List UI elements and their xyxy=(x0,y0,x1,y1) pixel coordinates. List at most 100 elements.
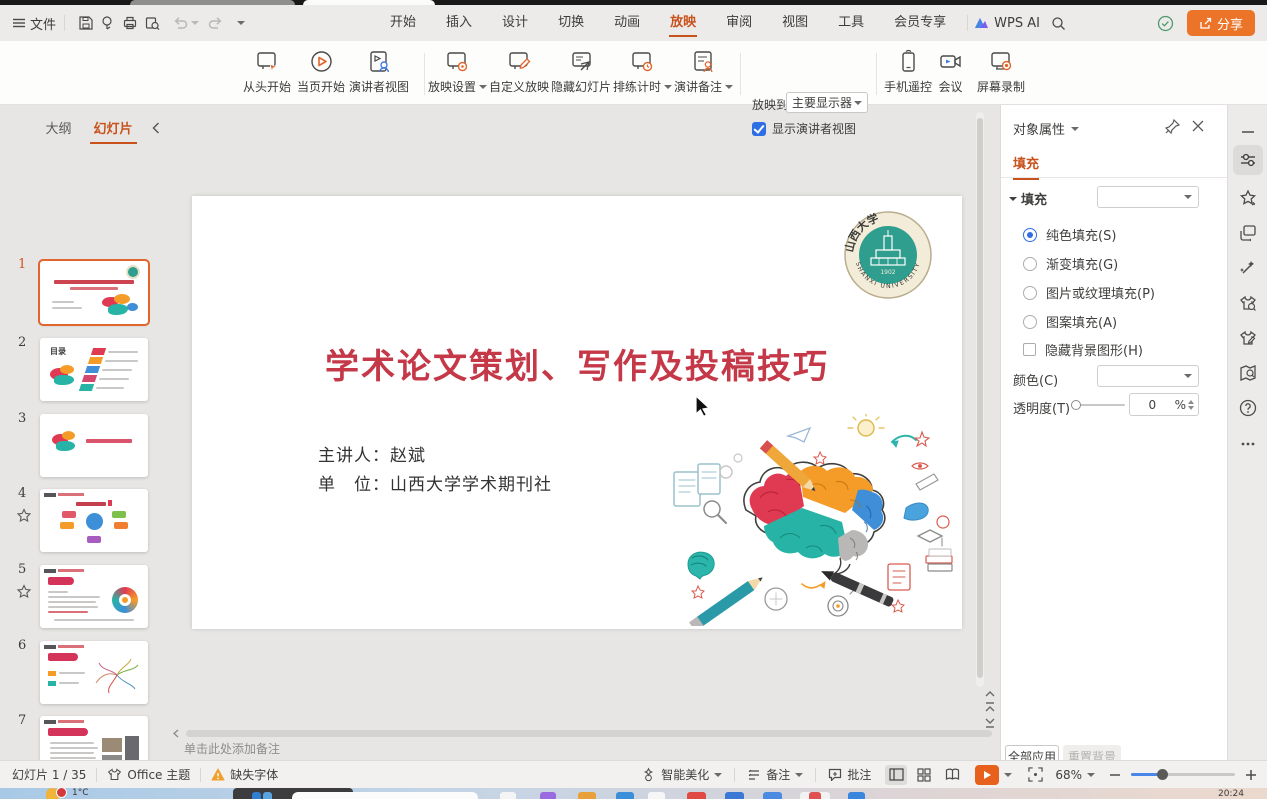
comments-button[interactable]: 批注 xyxy=(828,766,871,783)
print-button[interactable] xyxy=(119,12,141,34)
slide-presenter-line[interactable]: 主讲人：赵斌 xyxy=(318,441,426,466)
missing-font-warning[interactable]: 缺失字体 xyxy=(211,766,278,783)
wps-ai-button[interactable]: WPS AI xyxy=(974,16,1040,31)
transparency-slider[interactable] xyxy=(1073,404,1125,406)
help-icon[interactable] xyxy=(1239,399,1257,417)
slider-handle[interactable] xyxy=(1071,400,1081,410)
slide-thumbnail-2[interactable]: 目录 xyxy=(40,338,148,401)
slide-thumbnail-1[interactable] xyxy=(40,261,148,324)
beautify-tool-icon[interactable] xyxy=(1239,329,1257,347)
scroll-up-icon[interactable] xyxy=(985,690,995,698)
properties-tool-active-bg[interactable] xyxy=(1233,145,1263,175)
close-panel-icon[interactable] xyxy=(1191,119,1205,133)
presenter-view-checkbox[interactable]: 显示演讲者视图 xyxy=(752,120,856,137)
collapse-strip-icon[interactable] xyxy=(1239,123,1257,141)
taskbar-app-icon[interactable] xyxy=(687,792,706,799)
more-tools-icon[interactable] xyxy=(1239,435,1257,453)
fit-to-window-icon[interactable] xyxy=(1028,767,1043,782)
tab-animation[interactable]: 动画 xyxy=(599,5,655,41)
collapse-panel-icon[interactable] xyxy=(150,121,162,135)
resource-library-icon[interactable] xyxy=(1239,364,1257,382)
slide-thumbnail-3[interactable] xyxy=(40,414,148,477)
export-button[interactable] xyxy=(97,12,119,34)
tab-design[interactable]: 设计 xyxy=(487,5,543,41)
design-theme-icon[interactable] xyxy=(1239,294,1257,312)
tab-member[interactable]: 会员专享 xyxy=(879,5,961,41)
horizontal-scrollbar[interactable] xyxy=(184,729,996,738)
tab-home[interactable]: 开始 xyxy=(375,5,431,41)
zoom-out-button[interactable] xyxy=(1109,769,1121,781)
taskbar-app-icon[interactable] xyxy=(252,792,261,799)
save-button[interactable] xyxy=(75,12,97,34)
phone-remote-button[interactable]: 手机遥控 xyxy=(884,49,932,95)
share-button[interactable]: 分享 xyxy=(1187,10,1255,36)
color-dropdown[interactable] xyxy=(1097,365,1199,387)
slide-thumbnail-4[interactable] xyxy=(40,489,148,552)
panel-title[interactable]: 对象属性 xyxy=(1013,119,1079,138)
slide-sorter-view-button[interactable] xyxy=(913,765,935,785)
fill-section-header[interactable]: 填充 xyxy=(1009,189,1047,208)
transparency-input[interactable]: 0 % xyxy=(1129,393,1199,416)
pin-panel-icon[interactable] xyxy=(1165,119,1180,134)
theme-button[interactable]: Office 主题 xyxy=(107,766,190,783)
custom-slideshow-button[interactable]: 自定义放映 xyxy=(489,49,549,95)
taskbar-app-icon[interactable] xyxy=(725,792,744,799)
cloud-sync-status-icon[interactable] xyxy=(1155,12,1177,34)
speaker-notes-button[interactable]: 演讲备注 xyxy=(674,49,733,95)
zoom-dropdown-icon[interactable] xyxy=(1087,773,1095,777)
redo-button[interactable] xyxy=(205,12,227,34)
taskbar-app-icon[interactable] xyxy=(848,792,865,799)
notes-input[interactable]: 单击此处添加备注 xyxy=(178,740,1000,760)
notes-button[interactable]: 备注 xyxy=(747,766,803,783)
meeting-button[interactable]: 会议 xyxy=(938,49,963,95)
zoom-slider[interactable] xyxy=(1131,773,1235,776)
fill-option-picture[interactable]: 图片或纹理填充(P) xyxy=(1023,283,1155,302)
vertical-scrollbar[interactable] xyxy=(976,112,984,687)
tab-review[interactable]: 审阅 xyxy=(711,5,767,41)
play-from-current-button[interactable]: 当页开始 xyxy=(297,49,345,95)
slide-canvas[interactable]: 山西大学 SHANXI UNIVERSITY 1902 学术论文策划、写作及投稿… xyxy=(192,196,962,629)
slideshow-settings-button[interactable]: 放映设置 xyxy=(428,49,487,95)
taskbar-app-icon[interactable] xyxy=(763,792,782,799)
fill-option-solid[interactable]: 纯色填充(S) xyxy=(1023,225,1116,244)
tab-insert[interactable]: 插入 xyxy=(431,5,487,41)
taskbar-app-icon[interactable] xyxy=(648,792,665,799)
slide-title[interactable]: 学术论文策划、写作及投稿技巧 xyxy=(192,339,962,388)
taskbar-app-icon[interactable] xyxy=(540,792,556,799)
smart-tools-icon[interactable] xyxy=(1239,259,1257,277)
next-slide-button[interactable] xyxy=(985,717,995,728)
fill-option-pattern[interactable]: 图案填充(A) xyxy=(1023,312,1117,331)
tab-slides[interactable]: 幻灯片 xyxy=(90,118,137,137)
normal-view-button[interactable] xyxy=(885,765,907,785)
slide-org-line[interactable]: 单 位：山西大学学术期刊社 xyxy=(318,470,552,495)
play-from-start-button[interactable]: 从头开始 xyxy=(243,49,291,95)
display-select[interactable]: 主要显示器 xyxy=(786,92,868,113)
hide-slide-button[interactable]: 隐藏幻灯片 xyxy=(551,49,611,95)
hide-background-checkbox[interactable]: 隐藏背景图形(H) xyxy=(1023,340,1143,359)
tab-view[interactable]: 视图 xyxy=(767,5,823,41)
smart-beautify-button[interactable]: 智能美化 xyxy=(641,766,722,783)
tab-slideshow[interactable]: 放映 xyxy=(655,5,711,41)
scroll-left-icon[interactable] xyxy=(172,729,180,738)
taskbar-app-icon[interactable] xyxy=(809,792,821,799)
taskbar-app-icon[interactable] xyxy=(500,792,516,799)
taskbar-app-icon[interactable] xyxy=(263,792,272,799)
rehearse-timing-button[interactable]: 排练计时 xyxy=(613,49,672,95)
tab-fill[interactable]: 填充 xyxy=(1013,153,1039,180)
taskbar-app-icon[interactable] xyxy=(578,792,596,799)
undo-dropdown-icon[interactable] xyxy=(191,21,199,25)
search-icon[interactable] xyxy=(1048,12,1070,34)
play-options-icon[interactable] xyxy=(1004,773,1012,777)
tab-transition[interactable]: 切换 xyxy=(543,5,599,41)
reading-view-button[interactable] xyxy=(941,765,963,785)
presenter-view-button[interactable]: 演讲者视图 xyxy=(349,49,409,95)
screen-record-button[interactable]: 屏幕录制 xyxy=(977,49,1025,95)
undo-button[interactable] xyxy=(169,12,191,34)
fill-style-dropdown[interactable] xyxy=(1097,186,1199,208)
previous-slide-button[interactable] xyxy=(985,702,995,713)
quickbar-dropdown-icon[interactable] xyxy=(237,21,245,25)
zoom-value[interactable]: 68% xyxy=(1055,768,1082,782)
taskbar-search[interactable] xyxy=(292,792,478,799)
shape-format-icon[interactable] xyxy=(1239,224,1257,242)
zoom-slider-handle[interactable] xyxy=(1157,769,1168,780)
